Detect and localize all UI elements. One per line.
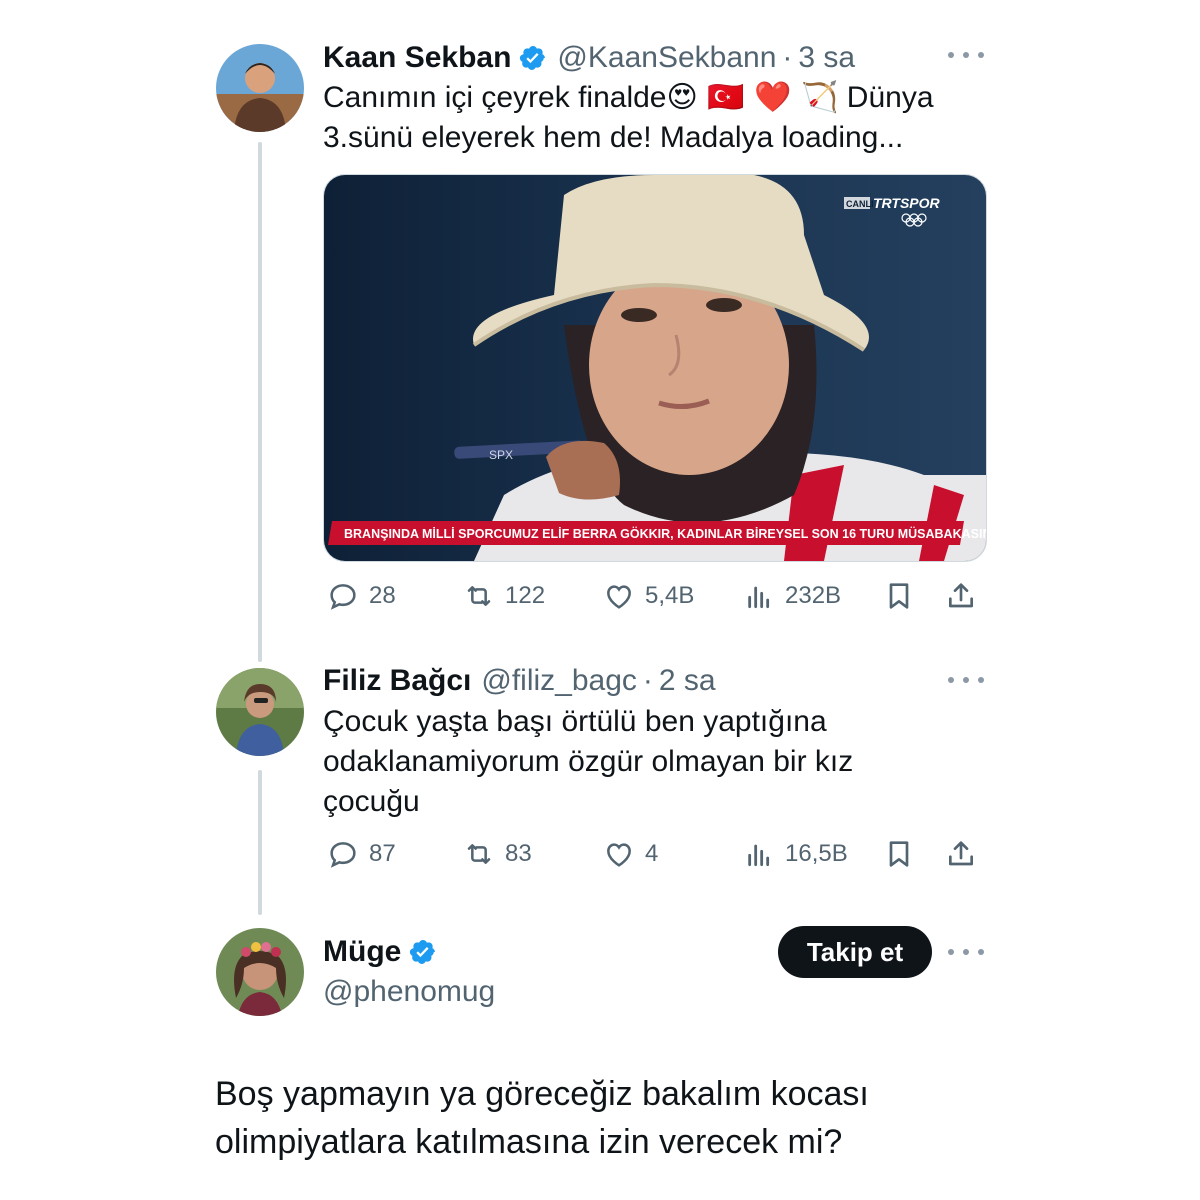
tweet-actions: 28 122 5,4B 232B — [323, 576, 983, 616]
tweet-text: Boş yapmayın ya göreceğiz bakalım kocası… — [215, 1070, 1115, 1166]
retweet-icon — [467, 586, 491, 606]
retweet-count: 122 — [505, 582, 546, 609]
timestamp[interactable]: 2 sa — [659, 664, 716, 698]
views-button[interactable]: 16,5B — [743, 834, 848, 874]
channel-logo: TRTSPOR — [873, 195, 941, 211]
tweet-text-line: Canımın içi çeyrek finalde😍 🇹🇷 ❤️ 🏹 Düny… — [323, 78, 983, 118]
avatar[interactable] — [216, 928, 304, 1016]
verified-icon — [409, 938, 437, 966]
tweet-text-line: Boş yapmayın ya göreceğiz bakalım kocası — [215, 1075, 869, 1113]
views-icon — [748, 586, 770, 609]
timestamp[interactable]: 3 sa — [798, 41, 855, 75]
author-handle[interactable]: @KaanSekbann — [557, 41, 776, 75]
views-button[interactable]: 232B — [743, 576, 841, 616]
reply-count: 87 — [369, 840, 396, 867]
share-button[interactable] — [945, 576, 977, 616]
tweet-text-line: çocuğu — [323, 785, 420, 818]
author-name[interactable]: Filiz Bağcı — [323, 664, 471, 698]
retweet-button[interactable]: 122 — [463, 576, 545, 616]
bookmark-button[interactable] — [883, 576, 915, 616]
tweet-text: Çocuk yaşta başı örtülü ben yaptığına od… — [323, 702, 983, 822]
tweet-actions: 87 83 4 16,5B — [323, 834, 983, 874]
separator-dot: · — [782, 41, 793, 74]
emoji-sequence: 😍 🇹🇷 ❤️ 🏹 — [666, 80, 839, 115]
share-icon — [949, 583, 973, 608]
thread-line — [258, 770, 262, 915]
like-count: 4 — [645, 840, 659, 867]
reply-icon — [330, 584, 356, 610]
bookmark-button[interactable] — [883, 834, 915, 874]
tweet-header: Kaan Sekban @KaanSekbann · 3 sa — [323, 38, 855, 78]
follow-button[interactable]: Takip et — [778, 926, 932, 978]
tweet-text-line: odaklanamiyorum özgür olmayan bir kız — [323, 745, 854, 778]
more-icon[interactable] — [948, 670, 984, 690]
like-button[interactable]: 4 — [603, 834, 658, 874]
separator-dot: · — [642, 664, 653, 697]
tweet-media[interactable]: SPX CANLI TRTSPOR BRANŞINDA MİLLİ SPORCU… — [323, 174, 987, 562]
tweet-text-part: Canımın içi çeyrek finalde — [323, 81, 667, 114]
reply-button[interactable]: 28 — [327, 576, 396, 616]
tweet-text-line: olimpiyatlara katılmasına izin verecek m… — [215, 1123, 843, 1161]
tweet-text-line: 3.sünü eleyerek hem de! Madalya loading.… — [323, 121, 904, 154]
tweet-header: Filiz Bağcı @filiz_bagc · 2 sa — [323, 661, 716, 701]
retweet-count: 83 — [505, 840, 532, 867]
tweet-text: Canımın içi çeyrek finalde😍 🇹🇷 ❤️ 🏹 Düny… — [323, 78, 983, 158]
views-count: 232B — [785, 582, 842, 609]
more-icon[interactable] — [948, 942, 984, 962]
reply-icon — [330, 842, 356, 868]
like-count: 5,4B — [645, 582, 695, 609]
news-ticker: BRANŞINDA MİLLİ SPORCUMUZ ELİF BERRA GÖK… — [344, 526, 986, 541]
like-icon — [607, 843, 631, 867]
reply-count: 28 — [369, 582, 396, 609]
retweet-button[interactable]: 83 — [463, 834, 532, 874]
bookmark-icon — [889, 583, 909, 609]
tweet-text-line: Çocuk yaşta başı örtülü ben yaptığına — [323, 705, 827, 738]
share-icon — [949, 841, 973, 866]
more-icon[interactable] — [948, 45, 984, 65]
avatar[interactable] — [216, 668, 304, 756]
bookmark-icon — [889, 841, 909, 867]
retweet-icon — [467, 844, 491, 864]
like-icon — [607, 585, 631, 609]
share-button[interactable] — [945, 834, 977, 874]
author-name[interactable]: Kaan Sekban — [323, 41, 511, 75]
verified-icon — [519, 44, 547, 72]
live-badge: CANLI — [846, 199, 874, 209]
author-handle[interactable]: @phenomug — [323, 972, 495, 1012]
thread-line — [258, 142, 262, 662]
author-name[interactable]: Müge — [323, 935, 401, 969]
views-icon — [748, 844, 770, 867]
like-button[interactable]: 5,4B — [603, 576, 694, 616]
tweet-header: Müge — [323, 932, 437, 972]
avatar[interactable] — [216, 44, 304, 132]
tweet-text-part: Dünya — [846, 81, 934, 114]
reply-button[interactable]: 87 — [327, 834, 396, 874]
views-count: 16,5B — [785, 840, 848, 867]
author-handle[interactable]: @filiz_bagc — [481, 664, 637, 698]
bow-label: SPX — [489, 448, 513, 462]
